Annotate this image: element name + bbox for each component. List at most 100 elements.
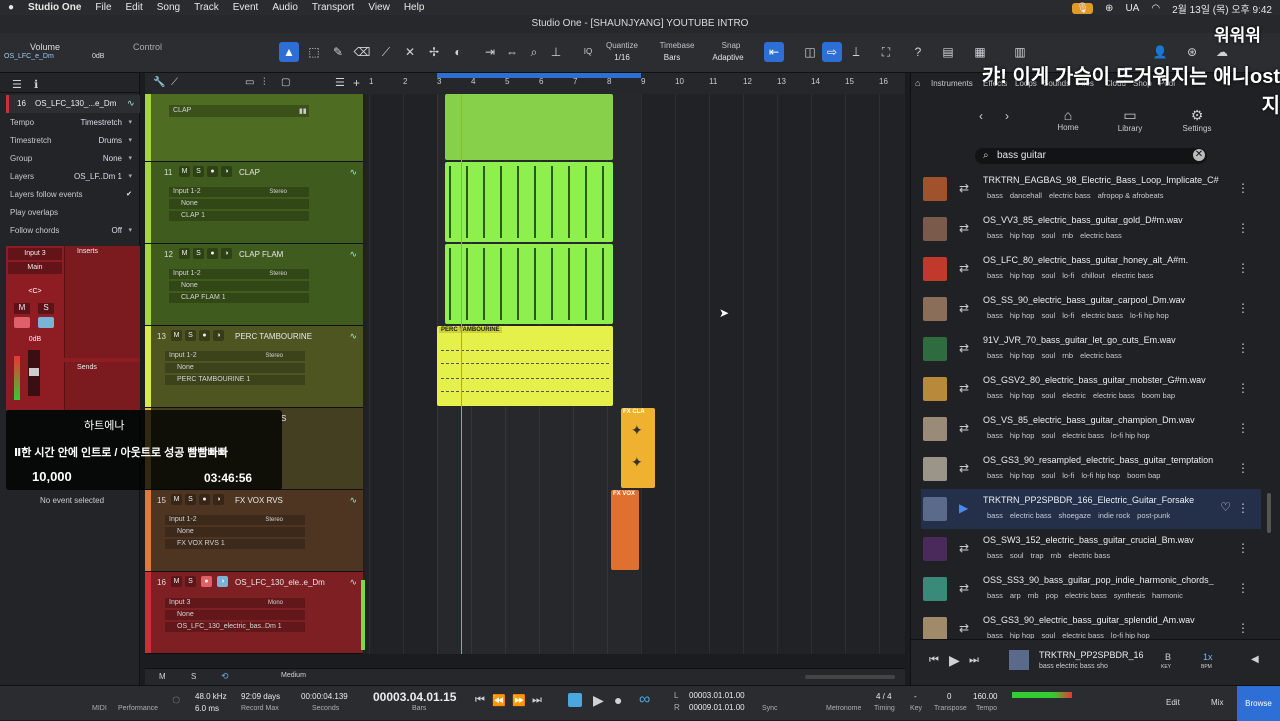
solo-button[interactable]: S [193, 248, 204, 259]
layers-value[interactable]: OS_LF..Dm 1 [74, 172, 122, 181]
loop-icon[interactable]: ⇄ [959, 621, 969, 635]
track-layer[interactable]: CLAP 1 [169, 211, 309, 221]
wrench-icon[interactable]: 🔧 [153, 77, 165, 88]
item-tag[interactable]: chillout [1081, 271, 1104, 280]
track-input[interactable]: Input 3 Mono [165, 598, 305, 608]
item-tag[interactable]: hip hop [1010, 431, 1035, 440]
playhead[interactable] [461, 94, 462, 654]
loop-icon[interactable]: ⇄ [959, 181, 969, 195]
track-output[interactable]: None [169, 199, 309, 209]
more-options-icon[interactable]: ⋮ [1237, 461, 1249, 475]
browse-button[interactable]: Browse [1237, 686, 1280, 721]
item-tag[interactable]: trap [1031, 551, 1044, 560]
ruler-tick[interactable]: 7 [573, 77, 577, 86]
menu-edit[interactable]: Edit [126, 2, 143, 13]
item-tag[interactable]: post-punk [1137, 511, 1170, 520]
item-tag[interactable]: hip hop [1010, 231, 1035, 240]
track-name[interactable]: OS_LFC_130_ele..e_Dm [235, 578, 325, 587]
forward-end-icon[interactable]: ⏭ [532, 694, 542, 707]
browser-item[interactable]: ⇄ OS_SS_90_electric_bass_guitar_carpool_D… [921, 289, 1261, 329]
channel-input[interactable]: Input 3 [8, 248, 62, 260]
timebase-value[interactable]: Bars [652, 53, 692, 62]
item-tag[interactable]: rnb [1028, 591, 1039, 600]
track-12[interactable]: 12 M S ● ◑ CLAP FLAM ∿ Input 1-2 Stereo N… [145, 244, 363, 326]
fullscreen-icon[interactable]: ⛶ [876, 42, 896, 62]
item-tag[interactable]: soul [1041, 311, 1055, 320]
track-input[interactable]: Input 1-2 Stereo [165, 351, 305, 361]
channel-pan[interactable]: <C> [8, 288, 62, 298]
item-tag[interactable]: hip hop [1010, 391, 1035, 400]
item-tag[interactable]: electric bass [1010, 511, 1052, 520]
item-tag[interactable]: bass [987, 391, 1003, 400]
follow-chords-row[interactable]: Follow chords Off ▾ [10, 226, 134, 242]
pane-icon[interactable]: ⇥ [480, 42, 500, 62]
paint-tool-icon[interactable]: ⟋ [376, 42, 396, 62]
loop-icon[interactable]: ⇄ [959, 581, 969, 595]
quantize-value[interactable]: 1/16 [600, 53, 644, 62]
item-tag[interactable]: bass [987, 431, 1003, 440]
item-tag[interactable]: boom bap [1142, 391, 1175, 400]
menu-view[interactable]: View [368, 2, 390, 13]
item-tag[interactable]: hip hop [1010, 351, 1035, 360]
ruler-tick[interactable]: 15 [845, 77, 854, 86]
stop-button[interactable] [568, 693, 582, 707]
channel-solo[interactable]: S [38, 303, 54, 314]
ruler-tick[interactable]: 10 [675, 77, 684, 86]
item-tag[interactable]: indie rock [1098, 511, 1130, 520]
snap-grid-icon[interactable]: ⇤ [764, 42, 784, 62]
track-11[interactable]: 11 M S ● ◑ CLAP ∿ Input 1-2 Stereo None C… [145, 162, 363, 244]
clear-search-icon[interactable]: ✕ [1193, 149, 1205, 161]
loop-icon[interactable]: ⇄ [959, 261, 969, 275]
user-icon[interactable]: 👤 [1150, 42, 1170, 62]
item-tag[interactable]: dancehall [1010, 191, 1042, 200]
item-tag[interactable]: bass [987, 231, 1003, 240]
status-icon[interactable]: ⊕ [1105, 3, 1113, 14]
item-tag[interactable]: soul [1041, 351, 1055, 360]
grid-view-icon[interactable]: ▦ [970, 42, 990, 62]
item-tag[interactable]: bass [987, 271, 1003, 280]
seconds-display[interactable]: 00:00:04.139 [301, 692, 348, 701]
item-tag[interactable]: lo-fi hip hop [1130, 311, 1169, 320]
mute-tool-icon[interactable]: ✕ [400, 42, 420, 62]
track-options-icon[interactable]: ☰ [335, 76, 345, 89]
monitor-button[interactable] [38, 317, 54, 328]
item-tag[interactable]: soul [1041, 391, 1055, 400]
item-tag[interactable]: soul [1041, 471, 1055, 480]
mute-button[interactable]: M [171, 576, 182, 587]
browser-item[interactable]: ⇄ OS_GS3_90_resampled_electric_bass_guita… [921, 449, 1261, 489]
item-tag[interactable]: soul [1041, 231, 1055, 240]
track-layer[interactable]: OS_LFC_130_electric_bas..Dm 1 [165, 622, 305, 632]
autoscroll-icon[interactable]: ⇨ [822, 42, 842, 62]
item-tag[interactable]: electric [1062, 391, 1086, 400]
monitor-button[interactable]: ◑ [213, 330, 224, 341]
clip-fx-vox[interactable]: FX VOX [611, 490, 639, 570]
item-tag[interactable]: electric bass [1062, 431, 1104, 440]
cursor-follows-icon[interactable]: ◫ [800, 42, 820, 62]
loop-icon[interactable]: ∞ [639, 691, 650, 709]
mute-button[interactable]: M [179, 166, 190, 177]
track-15[interactable]: 15 M S ● ◑ FX VOX RVS ∿ Input 1-2 Stereo … [145, 490, 363, 572]
item-tag[interactable]: synthesis [1114, 591, 1145, 600]
key-value[interactable]: - [914, 692, 917, 701]
ruler-tick[interactable]: 13 [777, 77, 786, 86]
browser-item[interactable]: ▶ TRKTRN_PP2SPBDR_166_Electric_Guitar_For… [921, 489, 1261, 529]
app-name[interactable]: Studio One [28, 2, 81, 13]
item-tag[interactable]: electric bass [1065, 591, 1107, 600]
menu-track[interactable]: Track [194, 2, 219, 13]
previous-icon[interactable]: ⏮ [929, 654, 939, 667]
player-key[interactable]: B [1165, 652, 1171, 662]
split-view-icon[interactable]: ⟘ [846, 42, 866, 62]
info-icon[interactable]: ℹ [34, 78, 38, 91]
item-tag[interactable]: soul [1041, 271, 1055, 280]
track-input[interactable]: Input 1-2 Stereo [169, 269, 309, 279]
iq-icon[interactable]: IQ [578, 42, 598, 62]
clip-perc-tambourine[interactable]: PERC TAMBOURINE [437, 326, 613, 406]
search-input[interactable] [975, 148, 1207, 164]
arrange-view[interactable]: PERC TAMBOURINE FX CLA ✦ ✦ FX VOX ➤ [365, 94, 905, 654]
item-tag[interactable]: lo-fi [1062, 311, 1074, 320]
favorite-icon[interactable]: ♡ [1220, 500, 1231, 514]
item-tag[interactable]: rnb [1051, 551, 1062, 560]
browser-item[interactable]: ⇄ OS_VS_85_electric_bass_guitar_champion_… [921, 409, 1261, 449]
monitor-button[interactable]: ◑ [217, 576, 228, 587]
item-tag[interactable]: electric bass [1080, 231, 1122, 240]
